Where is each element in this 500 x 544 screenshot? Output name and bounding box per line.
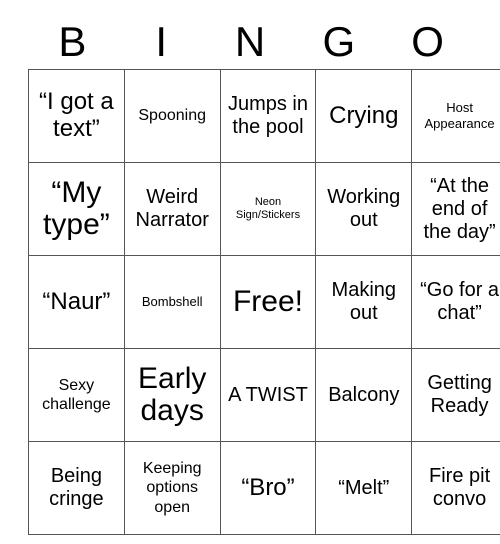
bingo-cell[interactable]: Keeping options open: [123, 441, 221, 535]
header-letter-b: B: [58, 17, 87, 65]
bingo-row: “Naur” Bombshell Free! Making out “Go fo…: [28, 255, 500, 349]
bingo-cell[interactable]: “Naur”: [28, 255, 125, 349]
bingo-cell[interactable]: Being cringe: [28, 441, 125, 535]
bingo-cell[interactable]: Weird Narrator: [123, 162, 221, 256]
header-letter-o: O: [411, 17, 444, 65]
bingo-cell[interactable]: “Go for a chat”: [411, 255, 500, 349]
bingo-row: Being cringe Keeping options open “Bro” …: [28, 441, 500, 535]
bingo-cell[interactable]: Sexy challenge: [28, 348, 125, 442]
bingo-cell[interactable]: Getting Ready: [411, 348, 500, 442]
bingo-row: Sexy challenge Early days A TWIST Balcon…: [28, 348, 500, 442]
bingo-cell[interactable]: “Melt”: [315, 441, 413, 535]
bingo-cell[interactable]: Crying: [315, 69, 413, 163]
bingo-header: B I N G O: [28, 14, 472, 69]
bingo-cell[interactable]: Working out: [315, 162, 413, 256]
bingo-cell[interactable]: “At the end of the day”: [411, 162, 500, 256]
bingo-cell[interactable]: Jumps in the pool: [219, 69, 317, 163]
bingo-cell[interactable]: Host Appearance: [411, 69, 500, 163]
bingo-cell[interactable]: Spooning: [123, 69, 221, 163]
bingo-cell[interactable]: Bombshell: [123, 255, 221, 349]
header-letter-g: G: [322, 17, 356, 65]
bingo-cell[interactable]: “I got a text”: [28, 69, 125, 163]
header-letter-i: I: [155, 17, 168, 65]
bingo-cell[interactable]: Balcony: [315, 348, 413, 442]
bingo-row: “My type” Weird Narrator Neon Sign/Stick…: [28, 162, 500, 256]
bingo-cell[interactable]: “Bro”: [219, 441, 317, 535]
bingo-cell[interactable]: A TWIST: [219, 348, 317, 442]
bingo-cell-free[interactable]: Free!: [219, 255, 317, 349]
bingo-row: “I got a text” Spooning Jumps in the poo…: [28, 69, 500, 163]
bingo-card: B I N G O “I got a text” Spooning Jumps …: [28, 14, 500, 535]
bingo-cell[interactable]: Fire pit convo: [411, 441, 500, 535]
bingo-cell[interactable]: Neon Sign/Stickers: [219, 162, 317, 256]
bingo-cell[interactable]: “My type”: [28, 162, 125, 256]
header-letter-n: N: [234, 17, 266, 65]
bingo-grid: “I got a text” Spooning Jumps in the poo…: [28, 69, 500, 535]
bingo-cell[interactable]: Early days: [123, 348, 221, 442]
bingo-cell[interactable]: Making out: [315, 255, 413, 349]
